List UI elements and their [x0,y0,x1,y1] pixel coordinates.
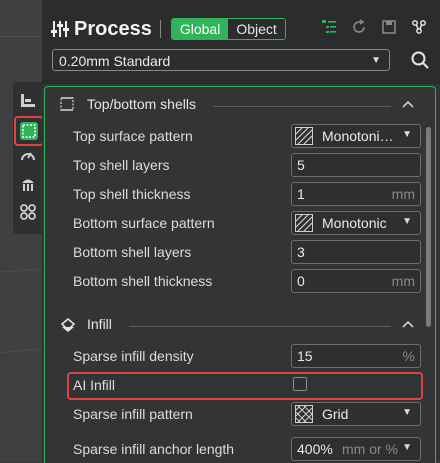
row-bottom-shell-thickness: Bottom shell thickness 0 mm [45,268,435,294]
section-title: Top/bottom shells [87,96,196,112]
setting-label: Sparse infill anchor length [73,441,235,457]
side-toolbar [13,82,44,234]
preset-value: 0.20mm Standard [59,53,171,69]
support-icon[interactable] [16,172,40,196]
chevron-down-icon: ▼ [402,407,412,418]
setting-label: Bottom shell layers [73,244,192,260]
setting-value: 3 [297,244,305,260]
speed-icon[interactable] [16,144,40,168]
setting-label: Top shell thickness [73,186,191,202]
settings-tree-icon[interactable] [320,18,338,36]
divider [129,326,391,327]
setting-value: 400% [297,441,333,457]
setting-value: 15 [297,348,313,364]
tab-object[interactable]: Object [228,19,285,39]
row-top-shell-layers: Top shell layers 5 [45,152,435,178]
search-icon[interactable] [410,50,430,70]
setting-value: Grid [322,406,349,422]
strength-icon[interactable] [14,116,44,146]
top-shell-thickness-input[interactable]: 1 mm [291,182,421,206]
top-shell-layers-input[interactable]: 5 [291,153,421,177]
unit-label: % [402,348,415,364]
grid-line [0,268,45,273]
setting-label: Sparse infill pattern [73,406,193,422]
preset-select[interactable]: 0.20mm Standard ▼ [52,49,390,71]
row-sparse-infill-anchor-length: Sparse infill anchor length 400% mm or %… [45,436,435,462]
bottom-shell-thickness-input[interactable]: 0 mm [291,269,421,293]
quality-icon[interactable] [16,88,40,112]
row-bottom-shell-layers: Bottom shell layers 3 [45,239,435,265]
setting-label: Bottom shell thickness [73,273,213,289]
page-title: Process [74,17,152,40]
process-panel: Process Global Object 0.20mm Standard ▼ … [42,0,440,463]
section-infill-header[interactable]: Infill [45,312,435,338]
scope-toggle: Global Object [170,18,286,40]
panel-header: Process Global Object 0.20mm Standard ▼ [42,0,440,84]
setting-value: Monotoni… [322,128,394,144]
section-title: Infill [87,316,112,332]
monotonic-pattern-icon [295,214,313,232]
unit-label: mm [391,273,415,289]
setting-label: Top shell layers [73,157,170,173]
bottom-shell-layers-input[interactable]: 3 [291,240,421,264]
tab-global[interactable]: Global [171,19,229,39]
infill-bucket-icon [59,316,77,334]
setting-label: Bottom surface pattern [73,215,215,231]
row-bottom-surface-pattern: Bottom surface pattern Monotonic ▼ [45,210,435,236]
setting-label: Top surface pattern [73,128,193,144]
others-icon[interactable] [16,200,40,224]
chevron-up-icon[interactable] [401,318,415,332]
sparse-infill-pattern-select[interactable]: Grid ▼ [291,402,421,426]
chevron-down-icon: ▼ [402,129,412,140]
divider [213,106,391,107]
setting-value: 1 [297,186,305,202]
header-actions [320,18,428,36]
setting-value: 0 [297,273,305,289]
unit-label: mm [391,186,415,202]
chevron-up-icon[interactable] [401,98,415,112]
shells-icon [59,96,77,114]
bottom-surface-pattern-select[interactable]: Monotonic ▼ [291,211,421,235]
chevron-down-icon: ▼ [371,55,381,66]
unit-label: mm or % [342,441,398,457]
chevron-down-icon: ▼ [402,216,412,227]
row-sparse-infill-pattern: Sparse infill pattern Grid ▼ [45,401,435,427]
reset-icon[interactable] [350,18,368,36]
settings-content: Top/bottom shells Top surface pattern Mo… [44,86,436,463]
save-icon[interactable] [380,18,398,36]
sparse-infill-density-input[interactable]: 15 % [291,344,421,368]
setting-value: 5 [297,157,305,173]
row-top-shell-thickness: Top shell thickness 1 mm [45,181,435,207]
grid-line [0,36,45,37]
row-sparse-infill-density: Sparse infill density 15 % [45,343,435,369]
row-top-surface-pattern: Top surface pattern Monotoni… ▼ [45,123,435,149]
highlight-box [67,372,423,400]
section-shells-header[interactable]: Top/bottom shells [45,92,435,118]
compare-icon[interactable] [410,18,428,36]
divider [159,20,161,38]
top-surface-pattern-select[interactable]: Monotoni… ▼ [291,124,421,148]
chevron-down-icon: ▼ [402,442,412,453]
monotonic-pattern-icon [295,127,313,145]
sparse-infill-anchor-select[interactable]: 400% mm or % ▼ [291,437,421,461]
grid-line [0,348,45,353]
scrollbar[interactable] [426,127,431,327]
process-sliders-icon [50,19,70,39]
grid-pattern-icon [295,405,313,423]
setting-label: Sparse infill density [73,348,194,364]
setting-value: Monotonic [322,215,387,231]
